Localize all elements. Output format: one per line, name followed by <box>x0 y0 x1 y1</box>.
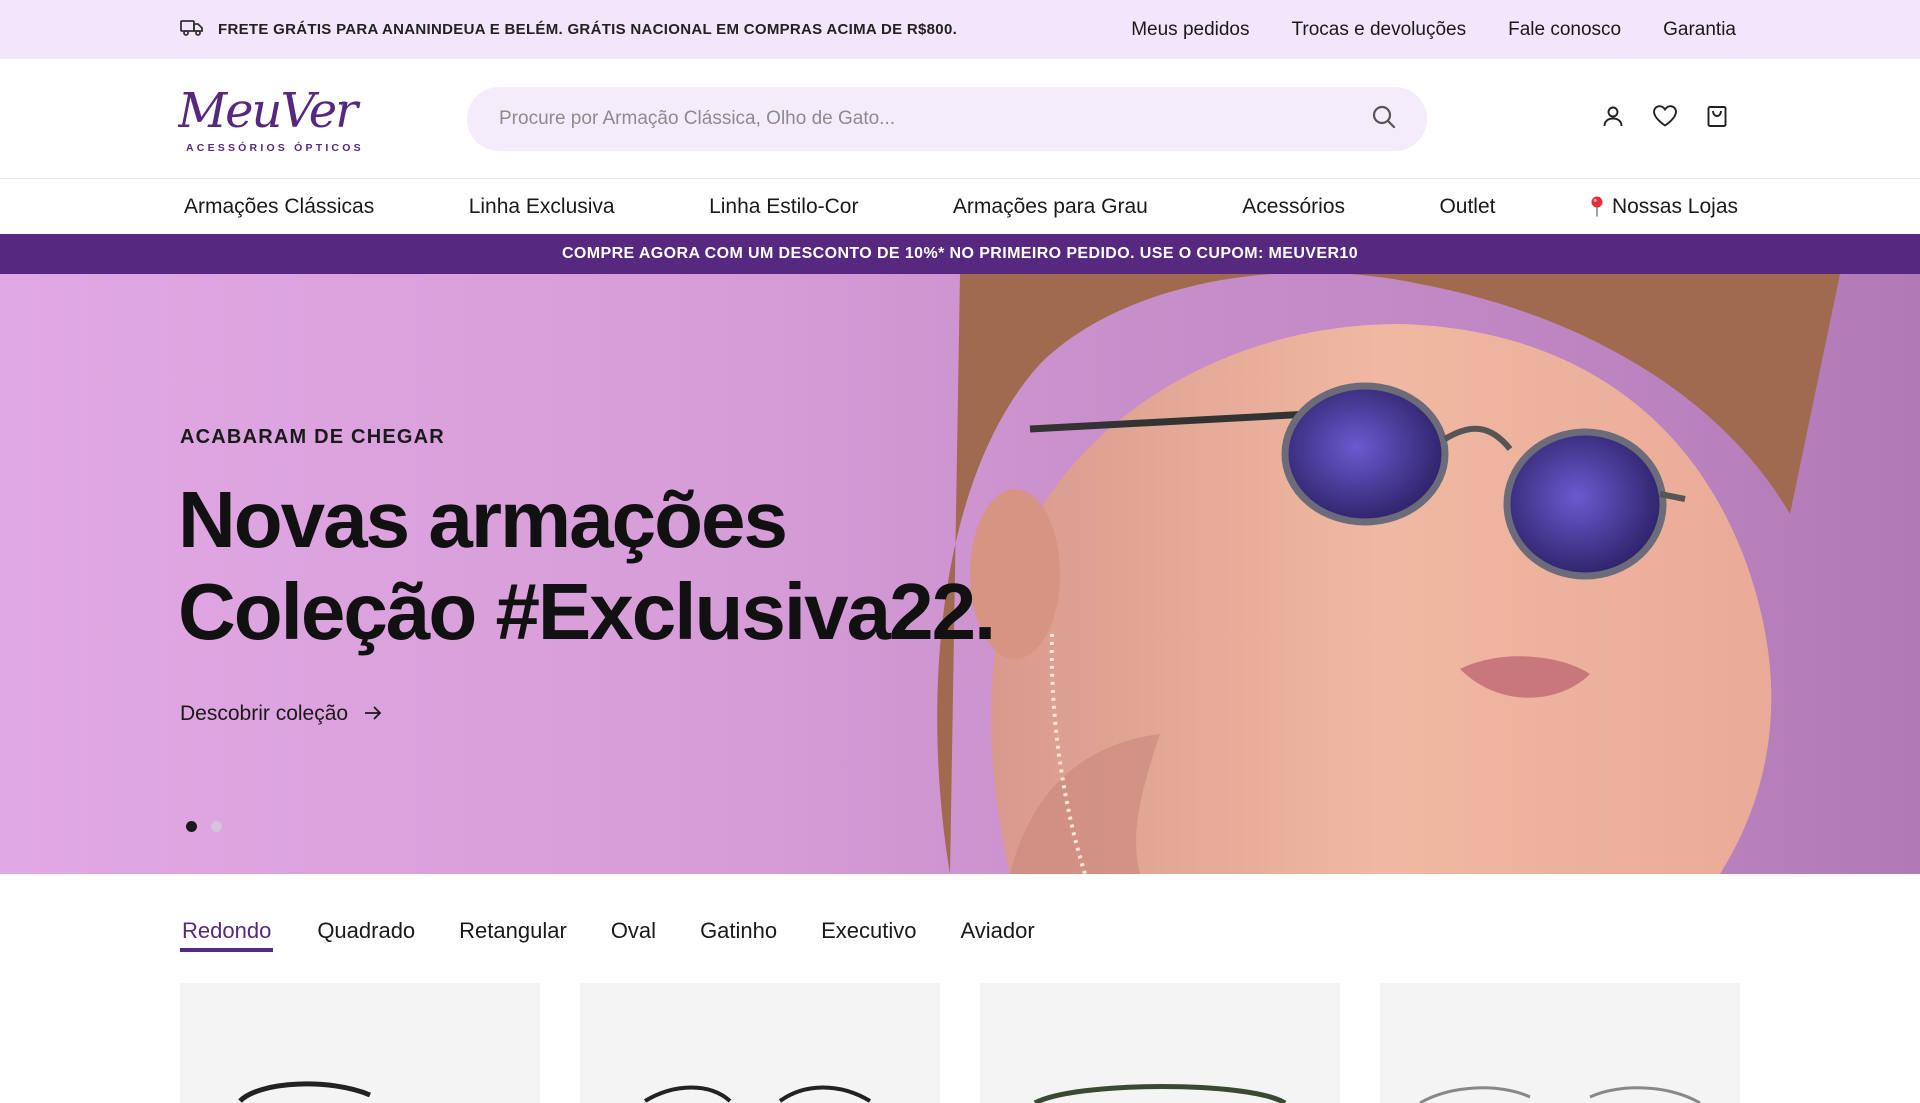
nav-our-stores-label: Nossas Lojas <box>1611 194 1738 218</box>
location-pin-icon <box>1590 196 1604 218</box>
user-icon[interactable] <box>1600 103 1626 129</box>
my-orders-link[interactable]: Meus pedidos <box>1131 19 1249 41</box>
carousel-dots <box>186 821 222 832</box>
product-grid <box>180 983 1740 1103</box>
brand-logo[interactable]: MeuVer ® ACESSÓRIOS ÓPTICOS <box>177 83 383 157</box>
nav-prescription-frames[interactable]: Armações para Grau <box>953 195 1148 219</box>
hero-carousel: ACABARAM DE CHEGAR Novas armações Coleçã… <box>0 274 1920 874</box>
search-input[interactable] <box>499 108 1371 130</box>
search-icon[interactable] <box>1371 104 1397 135</box>
hero-title-line-1: Novas armações <box>178 475 788 564</box>
product-card[interactable] <box>980 983 1340 1103</box>
warranty-link[interactable]: Garantia <box>1663 19 1736 41</box>
product-image <box>1033 1084 1287 1103</box>
header-actions <box>1600 103 1730 129</box>
product-image <box>238 1081 371 1103</box>
hero-title-line-2: Coleção #Exclusiva22. <box>178 567 996 656</box>
tab-round[interactable]: Redondo <box>180 918 274 952</box>
nav-accessories[interactable]: Acessórios <box>1242 195 1345 219</box>
product-image <box>643 1085 872 1103</box>
shipping-promo: FRETE GRÁTIS PARA ANANINDEUA E BELÉM. GR… <box>180 18 957 42</box>
nav-color-style-line[interactable]: Linha Estilo-Cor <box>709 195 858 219</box>
shipping-promo-text: FRETE GRÁTIS PARA ANANINDEUA E BELÉM. GR… <box>218 21 958 38</box>
frame-shape-tabs: Redondo Quadrado Retangular Oval Gatinho… <box>180 918 1035 952</box>
hero-title: Novas armações Coleção #Exclusiva22. <box>178 474 996 658</box>
tab-cat-eye[interactable]: Gatinho <box>700 918 777 952</box>
nav-classic-frames[interactable]: Armações Clássicas <box>184 195 374 219</box>
site-header: MeuVer ® ACESSÓRIOS ÓPTICOS <box>0 59 1920 178</box>
product-card[interactable] <box>580 983 940 1103</box>
truck-icon <box>180 18 204 42</box>
top-links: Meus pedidos Trocas e devoluções Fale co… <box>1131 19 1736 41</box>
discover-collection-label: Descobrir coleção <box>180 702 349 725</box>
discover-collection-link[interactable]: Descobrir coleção <box>180 702 382 726</box>
returns-link[interactable]: Trocas e devoluções <box>1292 19 1467 41</box>
tab-aviator[interactable]: Aviador <box>961 918 1035 952</box>
svg-text:®: ® <box>340 100 348 109</box>
tab-rectangular[interactable]: Retangular <box>459 918 567 952</box>
svg-text:ACESSÓRIOS ÓPTICOS: ACESSÓRIOS ÓPTICOS <box>186 141 364 154</box>
main-nav: Armações Clássicas Linha Exclusiva Linha… <box>0 178 1920 234</box>
hero-model-image <box>860 274 1920 874</box>
carousel-dot-1[interactable] <box>186 821 197 832</box>
product-card[interactable] <box>1380 983 1740 1103</box>
tab-executive[interactable]: Executivo <box>821 918 916 952</box>
arrow-right-icon <box>364 702 382 726</box>
svg-text:MeuVer: MeuVer <box>178 85 361 139</box>
hero-eyebrow: ACABARAM DE CHEGAR <box>180 426 445 448</box>
top-bar: FRETE GRÁTIS PARA ANANINDEUA E BELÉM. GR… <box>0 0 1920 59</box>
search-bar <box>467 87 1427 151</box>
coupon-banner: COMPRE AGORA COM UM DESCONTO DE 10%* NO … <box>0 234 1920 274</box>
contact-link[interactable]: Fale conosco <box>1508 19 1621 41</box>
coupon-banner-text: COMPRE AGORA COM UM DESCONTO DE 10%* NO … <box>561 245 1359 262</box>
product-image <box>1419 1086 1701 1103</box>
tab-square[interactable]: Quadrado <box>317 918 415 952</box>
heart-icon[interactable] <box>1652 103 1678 129</box>
tab-oval[interactable]: Oval <box>611 918 656 952</box>
product-card[interactable] <box>180 983 540 1103</box>
nav-outlet[interactable]: Outlet <box>1439 195 1495 219</box>
nav-exclusive-line[interactable]: Linha Exclusiva <box>469 195 615 219</box>
carousel-dot-2[interactable] <box>211 821 222 832</box>
shopping-bag-icon[interactable] <box>1704 103 1730 129</box>
nav-our-stores[interactable]: Nossas Lojas <box>1590 195 1738 219</box>
